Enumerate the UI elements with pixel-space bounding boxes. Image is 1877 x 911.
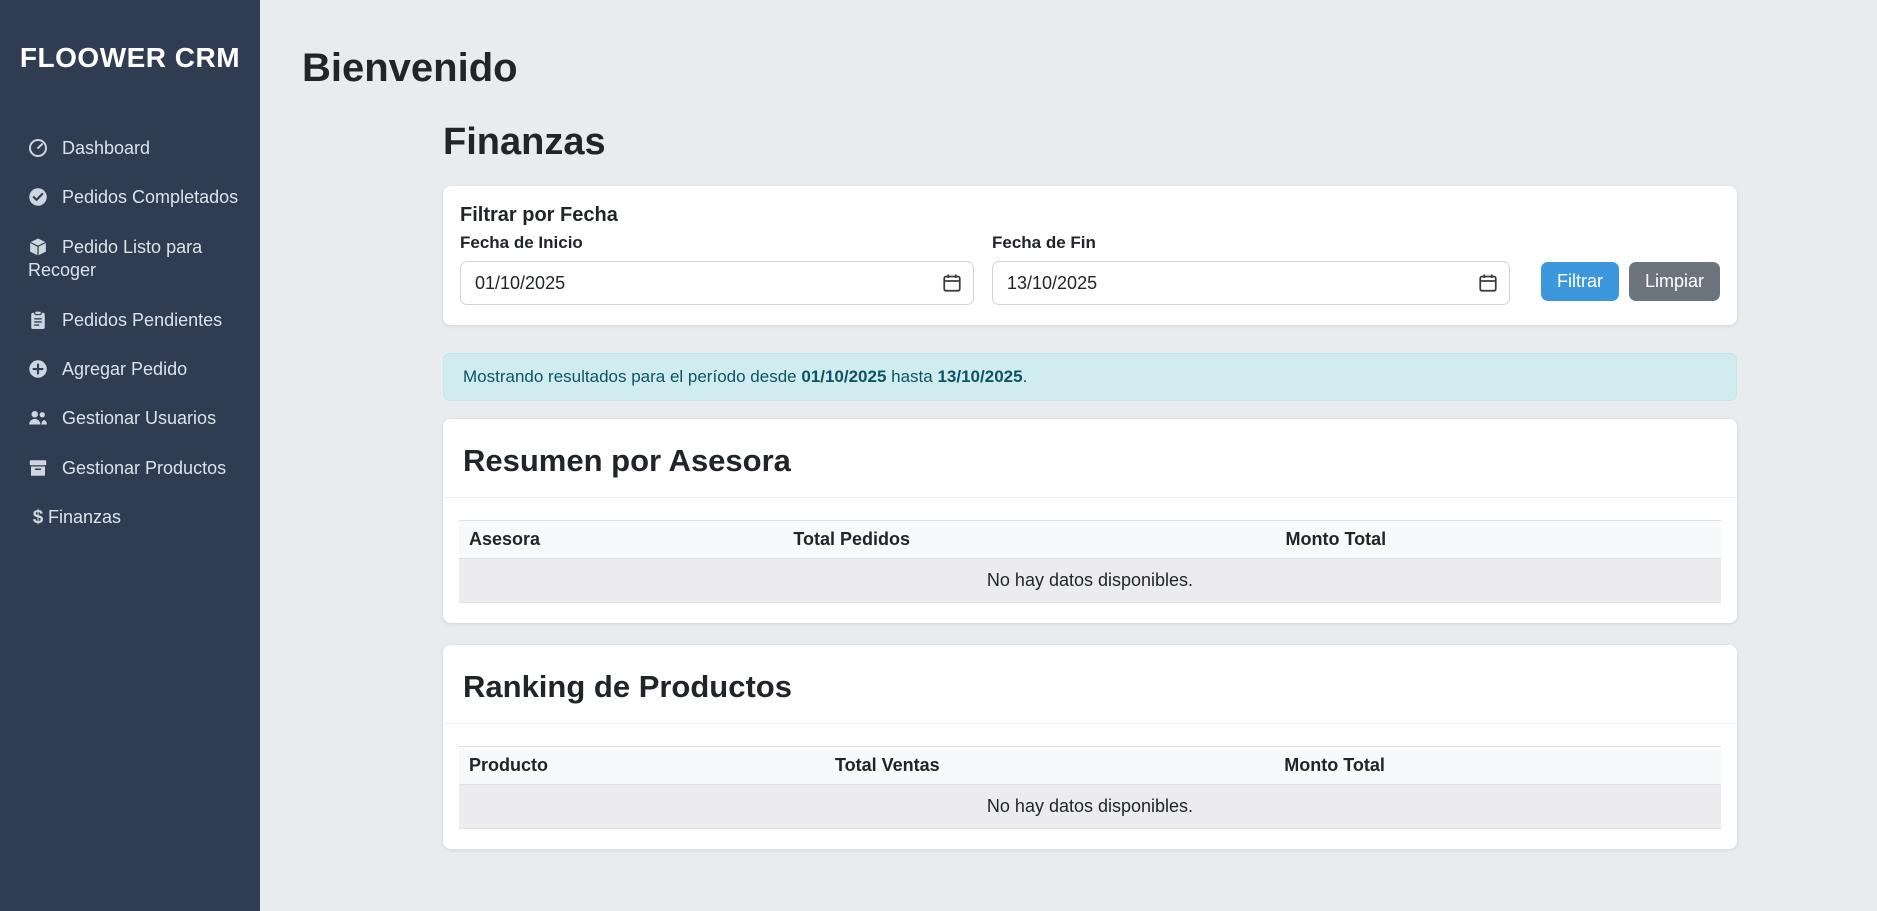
resumen-asesora-body: Asesora Total Pedidos Monto Total No hay… bbox=[443, 498, 1737, 623]
end-date-input[interactable] bbox=[992, 261, 1510, 305]
sidebar-item-finanzas[interactable]: $Finanzas bbox=[0, 493, 260, 544]
date-range-alert: Mostrando resultados para el período des… bbox=[443, 353, 1737, 401]
clipboard-icon bbox=[28, 310, 48, 330]
ranking-productos-table: Producto Total Ventas Monto Total No hay… bbox=[459, 746, 1721, 829]
calendar-icon[interactable] bbox=[942, 273, 962, 293]
sidebar-item-label: Agregar Pedido bbox=[62, 359, 187, 379]
end-date-label: Fecha de Fin bbox=[992, 233, 1510, 253]
check-circle-icon bbox=[28, 187, 48, 207]
finanzas-section: Finanzas Filtrar por Fecha Fecha de Inic… bbox=[443, 121, 1737, 849]
filter-buttons: Filtrar Limpiar bbox=[1541, 262, 1720, 305]
table-header-row: Producto Total Ventas Monto Total bbox=[459, 747, 1721, 785]
page-title: Bienvenido bbox=[302, 46, 1877, 91]
empty-state-text: No hay datos disponibles. bbox=[459, 785, 1721, 829]
dollar-icon: $ bbox=[28, 506, 48, 531]
calendar-icon[interactable] bbox=[1478, 273, 1498, 293]
app-title: FLOOWER CRM bbox=[0, 0, 260, 124]
alert-text-middle: hasta bbox=[886, 367, 937, 386]
column-header-monto-total: Monto Total bbox=[1274, 747, 1721, 785]
archive-icon bbox=[28, 458, 48, 478]
table-row: No hay datos disponibles. bbox=[459, 559, 1721, 603]
start-date-field: Fecha de Inicio bbox=[460, 233, 974, 305]
plus-circle-icon bbox=[28, 359, 48, 379]
main-content: Bienvenido Finanzas Filtrar por Fecha Fe… bbox=[260, 0, 1877, 911]
end-date-input-wrapper bbox=[992, 261, 1510, 305]
sidebar-item-label: Gestionar Usuarios bbox=[62, 408, 216, 428]
ranking-productos-body: Producto Total Ventas Monto Total No hay… bbox=[443, 724, 1737, 849]
ranking-productos-card: Ranking de Productos Producto Total Vent… bbox=[443, 645, 1737, 849]
alert-text-prefix: Mostrando resultados para el período des… bbox=[463, 367, 801, 386]
start-date-label: Fecha de Inicio bbox=[460, 233, 974, 253]
table-row: No hay datos disponibles. bbox=[459, 785, 1721, 829]
column-header-total-ventas: Total Ventas bbox=[825, 747, 1274, 785]
sidebar-item-label: Gestionar Productos bbox=[62, 458, 226, 478]
app: FLOOWER CRM Dashboard Pedidos Completado… bbox=[0, 0, 1877, 911]
sidebar-item-label: Dashboard bbox=[62, 138, 150, 158]
sidebar-item-gestionar-usuarios[interactable]: Gestionar Usuarios bbox=[0, 394, 260, 443]
filter-card-title: Filtrar por Fecha bbox=[460, 204, 1720, 227]
sidebar-item-pedido-listo[interactable]: Pedido Listo para Recoger bbox=[0, 223, 260, 296]
sidebar-item-dashboard[interactable]: Dashboard bbox=[0, 124, 260, 173]
column-header-asesora: Asesora bbox=[459, 521, 783, 559]
start-date-input[interactable] bbox=[460, 261, 974, 305]
filter-row: Fecha de Inicio Fecha de Fin bbox=[460, 233, 1720, 305]
sidebar-item-gestionar-productos[interactable]: Gestionar Productos bbox=[0, 444, 260, 493]
empty-state-text: No hay datos disponibles. bbox=[459, 559, 1721, 603]
sidebar-item-agregar-pedido[interactable]: Agregar Pedido bbox=[0, 345, 260, 394]
resumen-asesora-table: Asesora Total Pedidos Monto Total No hay… bbox=[459, 520, 1721, 603]
sidebar: FLOOWER CRM Dashboard Pedidos Completado… bbox=[0, 0, 260, 911]
alert-start-date: 01/10/2025 bbox=[801, 367, 886, 386]
table-header-row: Asesora Total Pedidos Monto Total bbox=[459, 521, 1721, 559]
sidebar-item-label: Pedidos Completados bbox=[62, 187, 238, 207]
ranking-productos-header: Ranking de Productos bbox=[443, 645, 1737, 724]
resumen-asesora-card: Resumen por Asesora Asesora Total Pedido… bbox=[443, 419, 1737, 623]
sidebar-item-pedidos-completados[interactable]: Pedidos Completados bbox=[0, 173, 260, 222]
resumen-asesora-title: Resumen por Asesora bbox=[463, 443, 1717, 479]
alert-end-date: 13/10/2025 bbox=[937, 367, 1022, 386]
gauge-icon bbox=[28, 138, 48, 158]
column-header-producto: Producto bbox=[459, 747, 825, 785]
start-date-input-wrapper bbox=[460, 261, 974, 305]
filter-card: Filtrar por Fecha Fecha de Inicio Fecha … bbox=[443, 186, 1737, 325]
sidebar-item-label: Pedidos Pendientes bbox=[62, 310, 222, 330]
finanzas-title: Finanzas bbox=[443, 121, 1737, 164]
users-icon bbox=[28, 408, 48, 428]
sidebar-item-label: Finanzas bbox=[48, 507, 121, 527]
box-icon bbox=[28, 237, 48, 257]
column-header-total-pedidos: Total Pedidos bbox=[783, 521, 1275, 559]
limpiar-button[interactable]: Limpiar bbox=[1629, 262, 1720, 301]
alert-text-suffix: . bbox=[1023, 367, 1028, 386]
resumen-asesora-header: Resumen por Asesora bbox=[443, 419, 1737, 498]
sidebar-item-pedidos-pendientes[interactable]: Pedidos Pendientes bbox=[0, 296, 260, 345]
filtrar-button[interactable]: Filtrar bbox=[1541, 262, 1619, 301]
sidebar-item-label: Pedido Listo para Recoger bbox=[28, 237, 202, 280]
end-date-field: Fecha de Fin bbox=[992, 233, 1510, 305]
ranking-productos-title: Ranking de Productos bbox=[463, 669, 1717, 705]
column-header-monto-total: Monto Total bbox=[1276, 521, 1722, 559]
sidebar-nav: Dashboard Pedidos Completados Pedido Lis… bbox=[0, 124, 260, 544]
